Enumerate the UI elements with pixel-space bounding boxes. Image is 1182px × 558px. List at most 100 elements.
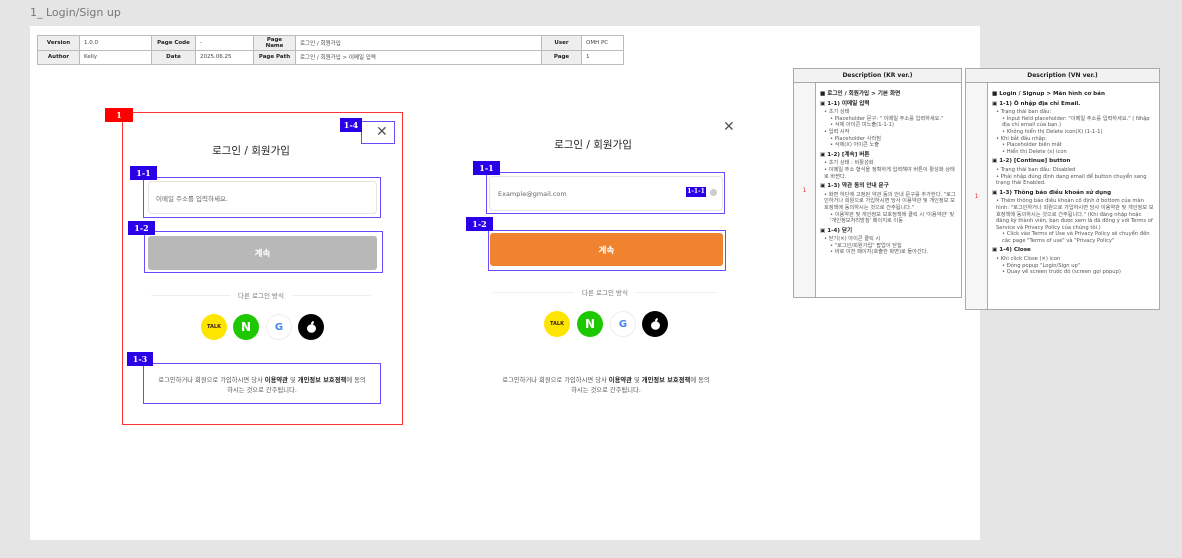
description-vn-header: Description (VN ver.) [966,69,1159,83]
annotation-tag-1-2: 1-2 [128,221,155,235]
kakao-icon: TALK [207,324,221,330]
description-kr-body: ■ 로그인 / 회원가입 > 기본 화면 ▣ 1-1) 이메일 입력 • 초기 상태… [816,83,961,297]
description-line: • Trạng thái ban đầu: Disabled [996,166,1076,173]
naver-icon: N [240,320,252,334]
terms-text: 하시는 것으로 간주됩니다. [227,387,297,394]
description-line: • Trạng thái ban đầu: [996,109,1052,116]
description-line: • 초기 상태 [824,109,850,116]
description-kr-panel: Description (KR ver.) 1 ■ 로그인 / 회원가입 > 기본… [793,68,962,298]
terms-text: 로그인하거나 회원으로 가입하시면 당사 [502,377,609,384]
description-line: • 닫기(✕) 아이콘 클릭 시 [824,236,881,243]
description-section-heading: ▣ 1-4) 닫기 [820,227,853,234]
description-kr-header: Description (KR ver.) [794,69,961,83]
description-line: • Không hiển thị Delete icon(X) (1-1-1) [1002,128,1103,135]
privacy-policy-link[interactable]: 개인정보 보호정책 [298,377,347,384]
terms-text: 에 동의 [346,377,366,384]
description-line: • Khi click Close (✕) icon [996,256,1061,263]
meta-label: Version [37,35,80,51]
description-line: • Phải nhập đúng định dạng email để butt… [996,173,1147,187]
description-vn-body: ■ Login / Signup > Màn hình cơ bản ▣ 1-1)… [988,83,1159,309]
continue-button-disabled[interactable]: 계속 [148,236,377,270]
meta-label: Page Path [253,49,296,65]
meta-value: 로그인 / 회원가입 > 이메일 입력 [295,49,542,65]
description-section-heading: ▣ 1-2) [Continue] button [992,158,1071,165]
meta-label: User [541,35,582,51]
description-line: • 입력 시작 [824,128,850,135]
apple-login-button[interactable] [298,314,324,340]
google-icon: G [274,321,284,333]
email-placeholder: 이메일 주소를 입력하세요. [156,194,228,203]
description-number: 1 [966,83,988,309]
annotation-tag-1-2: 1-2 [466,217,493,231]
description-section-heading: ■ 로그인 / 회원가입 > 기본 화면 [820,91,901,97]
meta-label: Author [37,49,80,65]
meta-label: Page Name [253,35,296,51]
terms-of-use-link[interactable]: 이용약관 [609,377,632,384]
apple-login-button[interactable] [642,311,668,337]
terms-text: 로그인하거나 회원으로 가입하시면 당사 [158,377,265,384]
description-line: • 삭제(X) 아이콘 노출 [830,142,880,149]
description-section-heading: ▣ 1-1) 이메일 입력 [820,100,870,107]
kakao-login-button[interactable]: TALK [544,311,570,337]
meta-value: Kelly [79,49,152,65]
meta-label: Page [541,49,582,65]
description-section-heading: ▣ 1-3) Thông báo điều khoản sử dụng [992,189,1112,196]
annotation-tag-1-4: 1-4 [340,118,362,132]
description-line: • 바로 이전 페이지(호출한 화면)로 돌아간다. [830,249,929,256]
terms-notice: 로그인하거나 회원으로 가입하시면 당사 이용약관 및 개인정보 보호정책에 동… [158,376,365,396]
continue-button-enabled[interactable]: 계속 [490,233,723,266]
google-login-button[interactable]: G [266,314,292,340]
naver-login-button[interactable]: N [233,314,259,340]
meta-value: 1 [581,49,624,65]
naver-login-button[interactable]: N [577,311,603,337]
divider-label: 다른 로그인 방식 [238,292,284,300]
kakao-login-button[interactable]: TALK [201,314,227,340]
naver-icon: N [584,317,596,331]
description-line: • Click vào Terms of Use và Privacy Poli… [1002,231,1150,244]
description-number: 1 [794,83,816,297]
kakao-icon: TALK [550,321,564,327]
meta-value: 로그인 / 회원가입 [295,35,542,51]
description-line: • 삭제 아이콘 미노출(1-1-1) [830,122,894,129]
modal-title: 로그인 / 회원가입 [554,139,632,151]
annotation-tag-1-1: 1-1 [473,161,500,175]
google-icon: G [618,318,628,330]
description-line: • 이용약관 및 개인정보 보호정책에 클릭 시 '이용약관' 및 '개인정보처… [830,211,955,225]
email-value: Example@gmail.com [498,189,567,198]
terms-of-use-link[interactable]: 이용약관 [265,377,288,384]
description-line: • Hiển thị Delete (x) icon [1002,148,1067,155]
annotation-tag-1-1-1: 1-1-1 [686,187,706,197]
clear-input-icon[interactable] [710,189,717,196]
meta-value: 2025.06.25 [195,49,254,65]
description-line: • Thêm thông báo điều khoản cố định ở bo… [996,198,1154,231]
meta-value: - [195,35,254,51]
description-section-heading: ■ Login / Signup > Màn hình cơ bản [992,91,1105,97]
modal-title: 로그인 / 회원가입 [212,145,290,157]
apple-icon [306,321,316,333]
terms-text: 에 동의 [690,377,710,384]
frame-label: 1_ Login/Sign up [30,6,121,19]
close-icon[interactable]: ✕ [723,120,735,134]
close-icon[interactable]: ✕ [376,125,388,139]
annotation-tag-1: 1 [105,108,133,122]
description-line: • 이메일 주소 형식을 정확하게 입력해야 버튼이 활성화 상태로 바뀐다. [824,166,955,180]
description-vn-panel: Description (VN ver.) 1 ■ Login / Signup … [965,68,1160,310]
privacy-policy-link[interactable]: 개인정보 보호정책 [642,377,691,384]
meta-value: OMH PC [581,35,624,51]
description-line: • Quay về screen trước đó (screen gọi po… [1002,269,1121,276]
description-section-heading: ▣ 1-4) Close [992,247,1031,254]
description-section-heading: ▣ 1-2) [계속] 버튼 [820,151,870,158]
description-line: • Input field placeholder: "이메일 주소를 입력하세… [1002,115,1150,129]
terms-text: 하시는 것으로 간주됩니다. [571,387,641,394]
meta-value: 1.0.0 [79,35,152,51]
google-login-button[interactable]: G [610,311,636,337]
meta-label: Page Code [151,35,196,51]
page-meta-table: Version 1.0.0 Page Code - Page Name 로그인 / 회원가… [37,35,624,65]
email-input[interactable]: 이메일 주소를 입력하세요. [148,181,377,214]
description-line: • 초기 상태 : 비활성화 [824,160,874,167]
annotation-tag-1-3: 1-3 [127,352,153,366]
meta-label: Date [151,49,196,65]
divider-label: 다른 로그인 방식 [582,289,628,297]
description-line: • Placeholder biến mất [1002,142,1062,149]
description-section-heading: ▣ 1-3) 약관 동의 안내 문구 [820,183,889,190]
